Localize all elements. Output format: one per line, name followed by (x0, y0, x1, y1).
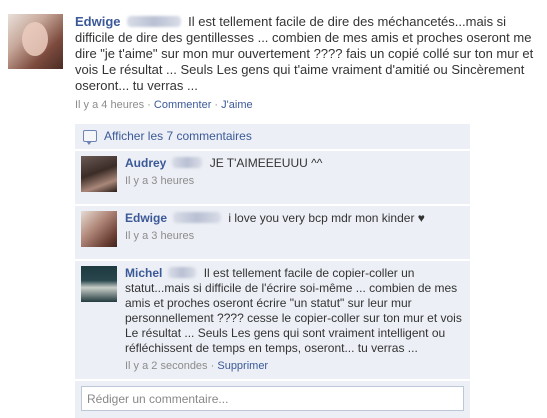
comment-composer (75, 381, 470, 418)
comment-text-block: Audrey JE T'AIMEEEUUU ^^ (125, 156, 464, 171)
comment-item: Edwige i love you very bcp mdr mon kinde… (75, 206, 470, 259)
post-meta: Il y a 4 heures · Commenter · J'aime (75, 98, 541, 112)
delete-comment-link[interactable]: Supprimer (217, 360, 268, 372)
commenter-avatar[interactable] (81, 211, 117, 247)
comment-message: i love you very bcp mdr mon kinder ♥ (228, 211, 425, 225)
comment-timestamp[interactable]: Il y a 3 heures (125, 174, 464, 188)
comment-input[interactable] (81, 386, 464, 411)
show-all-comments-label: Afficher les 7 commentaires (104, 129, 252, 143)
meta-separator: · (147, 99, 151, 111)
commenter-avatar[interactable] (81, 156, 117, 192)
comment-author[interactable]: Audrey (125, 156, 166, 170)
redacted-surname (173, 212, 222, 223)
comment-meta: Il y a 2 secondes · Supprimer (125, 359, 464, 373)
redacted-surname (172, 157, 203, 168)
post-author-avatar[interactable] (8, 14, 63, 69)
comment-text-block: Edwige i love you very bcp mdr mon kinde… (125, 211, 464, 226)
comment-link[interactable]: Commenter (154, 99, 211, 111)
post-author-name[interactable]: Edwige (75, 14, 121, 29)
comment-author[interactable]: Michel (125, 266, 162, 280)
meta-separator: · (210, 360, 215, 372)
comments-section: Afficher les 7 commentaires Audrey JE T'… (75, 124, 470, 418)
comment-bubble-icon (83, 130, 97, 145)
comment-author[interactable]: Edwige (125, 211, 167, 225)
comment-text-block: Michel Il est tellement facile de copier… (125, 266, 464, 356)
redacted-surname (126, 16, 181, 27)
like-link[interactable]: J'aime (221, 99, 252, 111)
comment-item: Audrey JE T'AIMEEEUUU ^^ Il y a 3 heures (75, 151, 470, 204)
redacted-surname (168, 267, 197, 278)
post-timestamp[interactable]: Il y a 4 heures (75, 99, 144, 111)
post-text-block: Edwige Il est tellement facile de dire d… (75, 14, 541, 94)
post-content: Edwige Il est tellement facile de dire d… (75, 14, 541, 112)
comment-message: JE T'AIMEEEUUU ^^ (209, 156, 323, 170)
commenter-avatar[interactable] (81, 266, 117, 302)
show-all-comments[interactable]: Afficher les 7 commentaires (75, 124, 470, 149)
comment-item: Michel Il est tellement facile de copier… (75, 261, 470, 379)
meta-separator: · (214, 99, 219, 111)
comment-timestamp[interactable]: Il y a 2 secondes (125, 360, 208, 372)
comment-message: Il est tellement facile de copier-coller… (125, 266, 462, 355)
comment-timestamp[interactable]: Il y a 3 heures (125, 229, 464, 243)
